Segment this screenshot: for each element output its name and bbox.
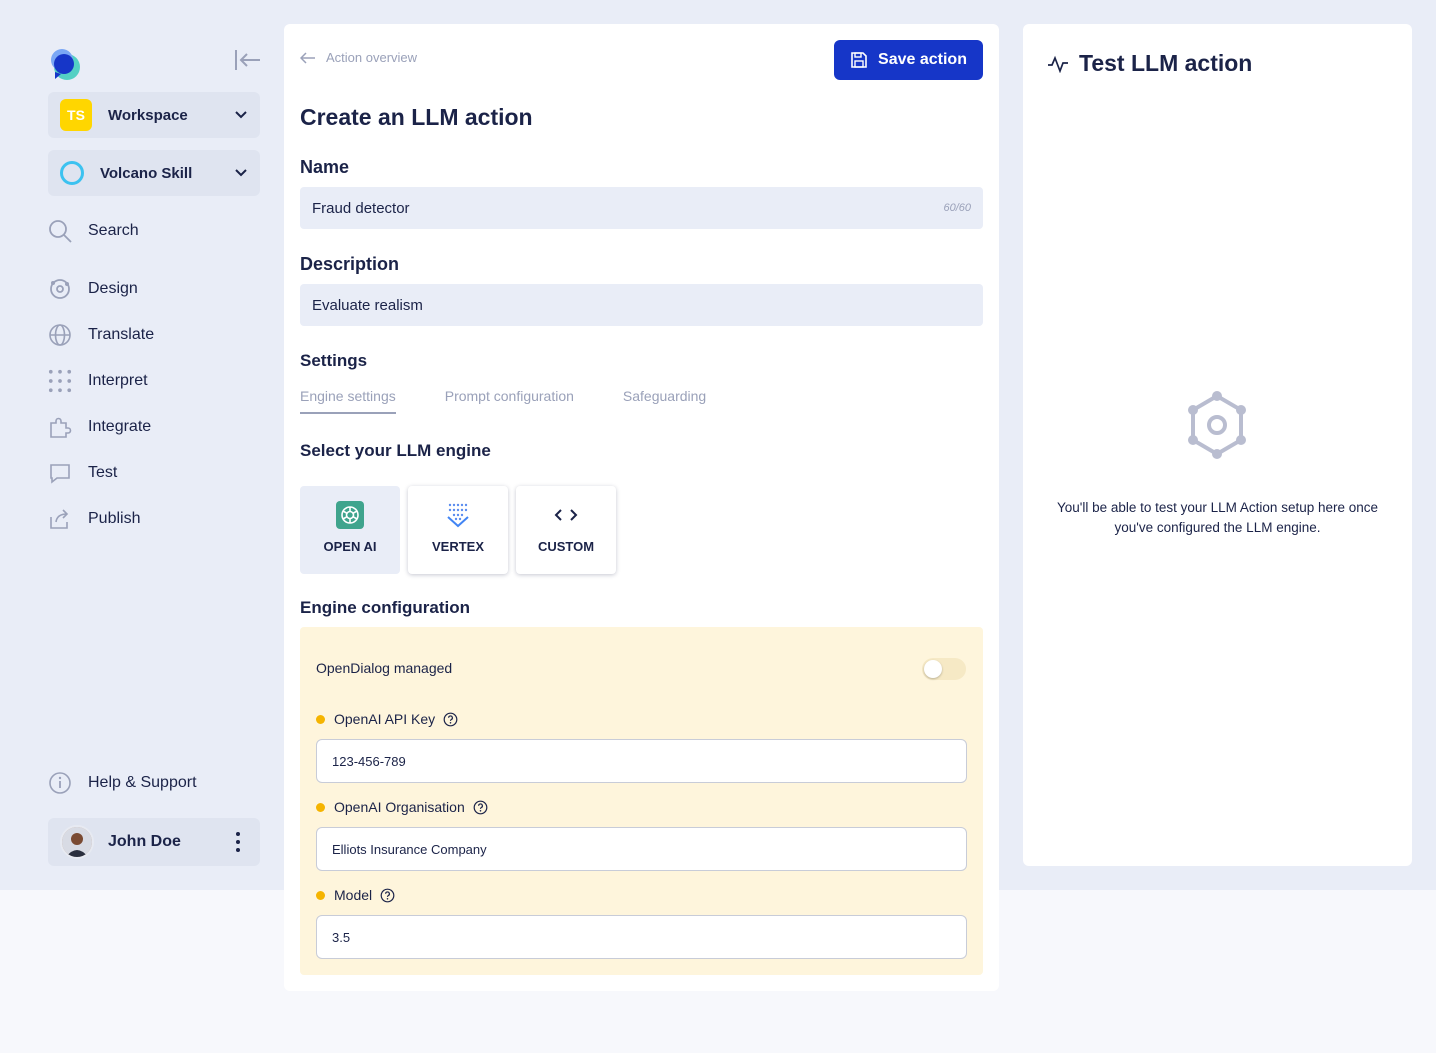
help-icon[interactable]: [473, 800, 488, 815]
nav-item-test[interactable]: Test: [48, 456, 260, 490]
model-label: Model: [316, 887, 395, 903]
description-value: Evaluate realism: [312, 296, 423, 314]
api-key-input[interactable]: 123-456-789: [316, 739, 967, 783]
back-link[interactable]: Action overview: [300, 50, 417, 65]
activity-icon: [1048, 55, 1068, 73]
managed-label: OpenDialog managed: [316, 660, 453, 676]
create-action-panel: Action overview Save action Create an LL…: [284, 24, 999, 991]
model-label-text: Model: [334, 887, 373, 903]
required-indicator: [316, 890, 325, 900]
engine-configuration-panel: OpenDialog managed OpenAI API Key 123-45…: [300, 627, 983, 975]
workspace-selector[interactable]: TS Workspace: [48, 92, 260, 138]
skill-selector[interactable]: Volcano Skill: [48, 150, 260, 196]
design-icon: [48, 277, 72, 301]
empty-state-message: You'll be able to test your LLM Action s…: [1056, 500, 1379, 535]
code-icon: [554, 509, 578, 521]
help-support-link[interactable]: Help & Support: [48, 766, 260, 800]
settings-heading: Settings: [300, 351, 368, 370]
tab-engine-settings[interactable]: Engine settings: [300, 388, 396, 414]
managed-toggle[interactable]: [922, 658, 966, 680]
tab-safeguarding[interactable]: Safeguarding: [623, 388, 706, 414]
name-field[interactable]: Fraud detector 60/60: [300, 187, 983, 229]
organisation-input[interactable]: Elliots Insurance Company: [316, 827, 967, 871]
engine-option-custom[interactable]: CUSTOM: [516, 486, 616, 574]
nav-item-label: Design: [88, 280, 138, 297]
nav-item-integrate[interactable]: Integrate: [48, 410, 260, 444]
nav-item-label: Publish: [88, 510, 141, 527]
help-support-label: Help & Support: [88, 774, 197, 791]
description-field[interactable]: Evaluate realism: [300, 284, 983, 326]
nav-item-label: Integrate: [88, 418, 152, 435]
skill-label: Volcano Skill: [100, 164, 193, 182]
back-link-label: Action overview: [326, 50, 418, 65]
save-action-label: Save action: [878, 51, 967, 68]
search-icon: [48, 219, 72, 243]
nav-item-label: Interpret: [88, 372, 148, 389]
nav-item-design[interactable]: Design: [48, 272, 260, 306]
required-indicator: [316, 802, 325, 812]
chat-icon: [48, 461, 72, 485]
hexagon-cog-icon: [1183, 390, 1251, 467]
engine-option-openai[interactable]: OPEN AI: [300, 486, 400, 574]
avatar: [60, 825, 94, 859]
chevron-down-icon: [235, 169, 247, 177]
user-menu[interactable]: John Doe: [48, 818, 260, 866]
engine-configuration-heading: Engine configuration: [300, 598, 470, 617]
save-action-button[interactable]: Save action: [834, 40, 983, 80]
info-icon: [48, 771, 72, 795]
collapse-sidebar-icon[interactable]: [233, 48, 261, 72]
nav-item-label: Translate: [88, 326, 155, 343]
skill-ring-icon: [60, 161, 84, 185]
required-indicator: [316, 714, 325, 724]
workspace-badge: TS: [60, 99, 92, 131]
vertex-icon: [447, 503, 469, 528]
settings-tabs: Engine settings Prompt configuration Saf…: [300, 388, 755, 414]
name-char-counter: 60/60: [943, 202, 971, 214]
organisation-label-text: OpenAI Organisation: [334, 799, 465, 815]
tab-prompt-configuration[interactable]: Prompt configuration: [445, 388, 574, 414]
nav-item-label: Search: [88, 222, 139, 239]
engine-option-vertex[interactable]: VERTEX: [408, 486, 508, 574]
test-panel-title: Test LLM action: [1047, 50, 1252, 77]
engine-option-label: VERTEX: [431, 539, 484, 554]
engine-heading: Select your LLM engine: [300, 441, 491, 460]
share-icon: [48, 507, 72, 531]
help-icon[interactable]: [443, 712, 458, 727]
help-icon[interactable]: [380, 888, 395, 903]
description-heading: Description: [300, 254, 400, 274]
nav-item-translate[interactable]: Translate: [48, 318, 260, 352]
user-name: John Doe: [108, 833, 181, 850]
api-key-label: OpenAI API Key: [316, 711, 458, 727]
globe-icon: [48, 323, 72, 347]
chevron-down-icon: [235, 111, 247, 119]
name-heading: Name: [300, 157, 350, 177]
sidebar: TS Workspace Volcano Skill Search Design…: [0, 0, 284, 890]
more-options-icon[interactable]: [228, 830, 248, 854]
nav-item-publish[interactable]: Publish: [48, 502, 260, 536]
workspace-label: Workspace: [108, 106, 188, 124]
name-value: Fraud detector: [312, 199, 410, 217]
arrow-left-icon: [300, 51, 315, 64]
engine-option-label: OPEN AI: [323, 539, 377, 554]
opendialog-logo-icon[interactable]: [47, 46, 83, 82]
api-key-label-text: OpenAI API Key: [334, 711, 436, 727]
nav-item-label: Test: [88, 464, 118, 481]
organisation-label: OpenAI Organisation: [316, 799, 488, 815]
test-llm-panel: Test LLM action You'll be able to test y…: [1023, 24, 1412, 866]
nav-item-interpret[interactable]: Interpret: [48, 364, 260, 398]
save-icon: [851, 52, 867, 68]
nav-item-search[interactable]: Search: [48, 214, 260, 248]
test-panel-title-text: Test LLM action: [1079, 50, 1253, 76]
puzzle-icon: [48, 415, 72, 439]
openai-icon: [336, 501, 364, 529]
engine-option-label: CUSTOM: [537, 539, 595, 554]
model-input[interactable]: 3.5: [316, 915, 967, 959]
page-title: Create an LLM action: [300, 104, 533, 130]
dots-grid-icon: [48, 369, 72, 393]
